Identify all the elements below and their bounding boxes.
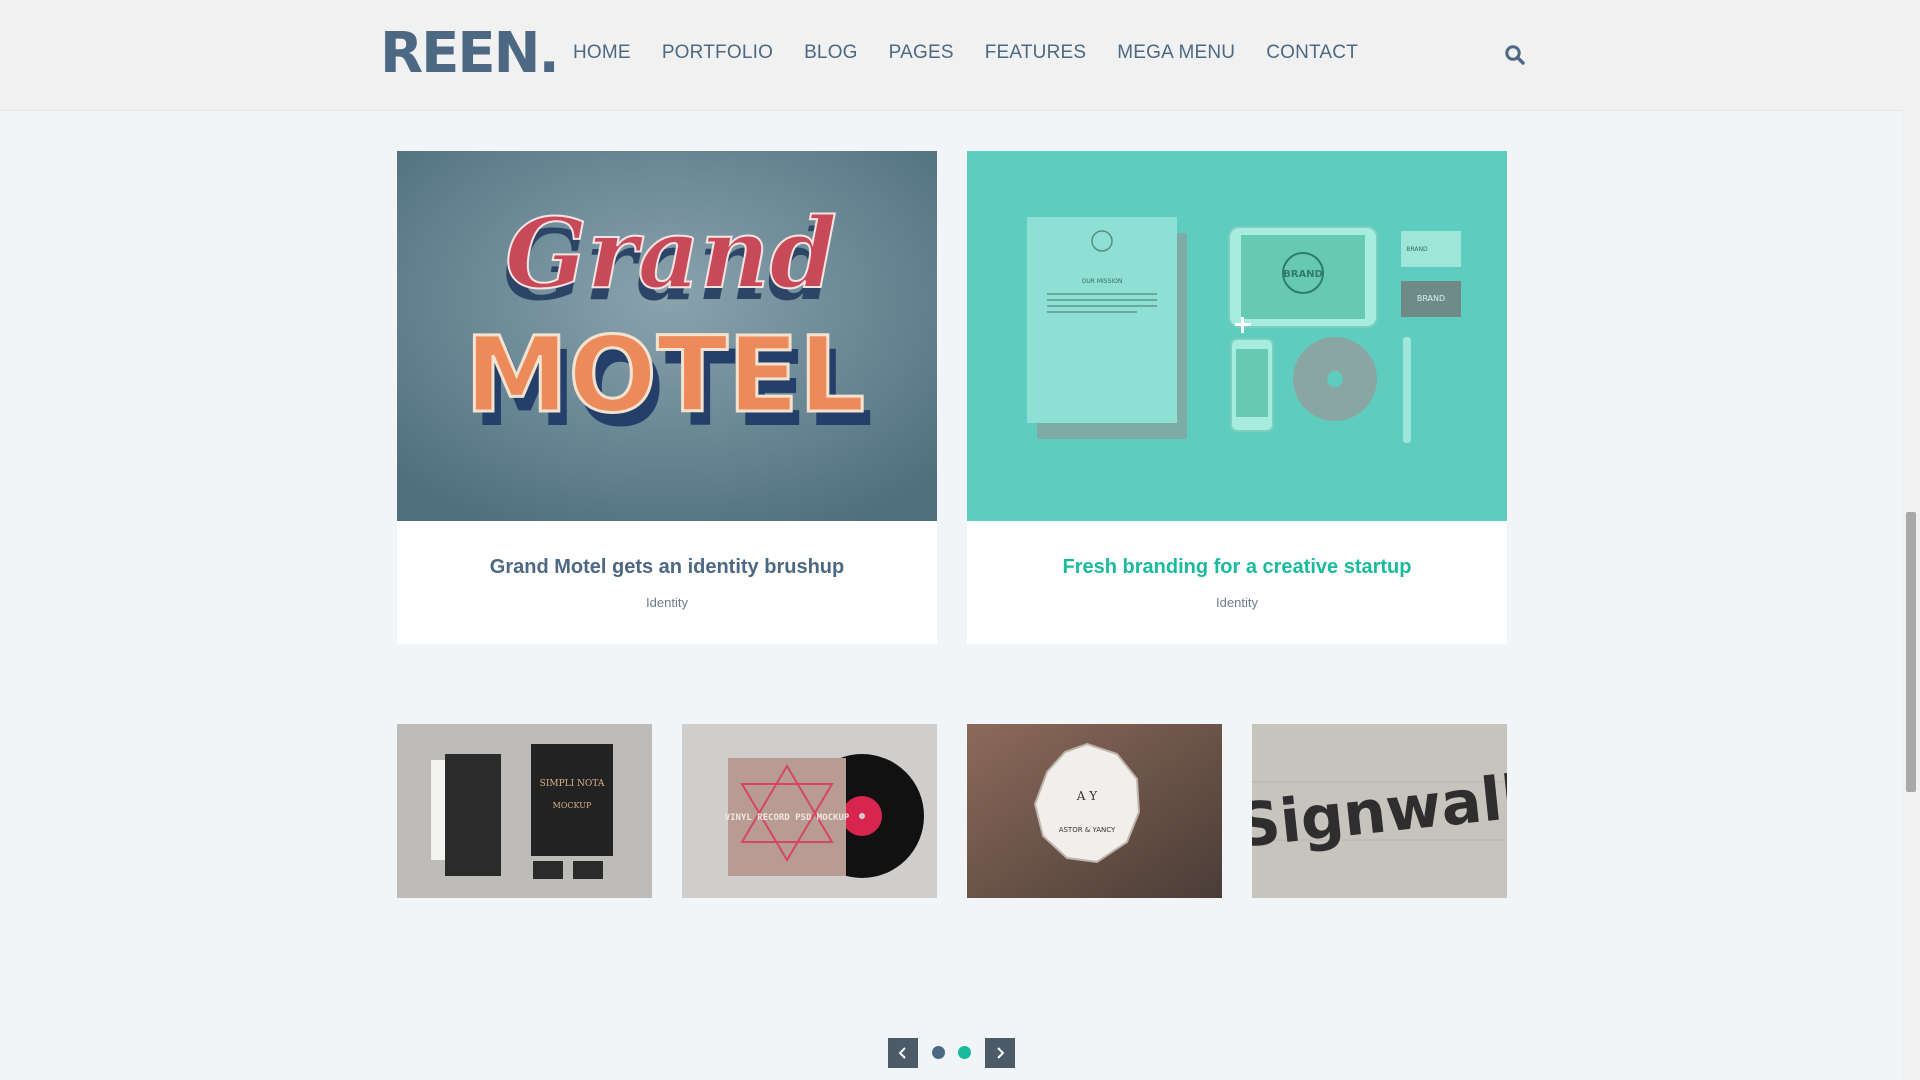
portfolio-thumbnail[interactable]: VINYL RECORD PSD MOCKUP	[682, 724, 937, 898]
chevron-left-icon	[898, 1047, 906, 1059]
nav-mega-menu[interactable]: MEGA MENU	[1117, 42, 1235, 64]
art-vinyl-text: VINYL RECORD PSD MOCKUP	[725, 813, 850, 823]
art-astor-text: ASTOR & YANCY	[1059, 826, 1116, 834]
pager-dot-active[interactable]	[958, 1046, 971, 1059]
art-brand-text: BRAND	[1283, 269, 1323, 280]
nav-pages[interactable]: PAGES	[889, 42, 954, 64]
portfolio-thumbnail[interactable]: Signwall	[1252, 724, 1507, 898]
card-title[interactable]: Grand Motel gets an identity brushup	[397, 556, 937, 579]
nav-features[interactable]: FEATURES	[985, 42, 1087, 64]
chevron-right-icon	[997, 1047, 1005, 1059]
next-button[interactable]	[985, 1038, 1015, 1068]
art-mockup-text: MOCKUP	[553, 801, 592, 810]
prev-button[interactable]	[888, 1038, 918, 1068]
art-brand-text: BRAND	[1406, 246, 1428, 253]
search-icon[interactable]	[1504, 44, 1526, 66]
portfolio-thumbnail[interactable]: A Y ASTOR & YANCY	[967, 724, 1222, 898]
nav-home[interactable]: HOME	[573, 42, 631, 64]
brand-stationery-artwork: OUR MISSION BRAND BRAND BRAND	[967, 151, 1507, 521]
grand-motel-artwork: Grand Grand MOTEL MOTEL	[397, 151, 937, 521]
simpli-nota-artwork: SIMPLI NOTA MOCKUP	[397, 724, 652, 898]
scrollbar-thumb[interactable]	[1906, 512, 1916, 792]
art-simpli-text: SIMPLI NOTA	[540, 779, 605, 789]
site-logo[interactable]: REEN.	[380, 26, 560, 82]
astor-yancy-artwork: A Y ASTOR & YANCY	[967, 724, 1222, 898]
nav-contact[interactable]: CONTACT	[1266, 42, 1358, 64]
art-grand-text: Grand	[505, 197, 837, 310]
card-image[interactable]: OUR MISSION BRAND BRAND BRAND	[967, 151, 1507, 521]
signwall-artwork: Signwall	[1252, 724, 1507, 898]
card-category[interactable]: Identity	[397, 595, 937, 610]
pager-dot[interactable]	[932, 1046, 945, 1059]
card-category[interactable]: Identity	[967, 595, 1507, 610]
art-mission-text: OUR MISSION	[1082, 278, 1123, 285]
card-image[interactable]: Grand Grand MOTEL MOTEL	[397, 151, 937, 521]
vinyl-record-artwork: VINYL RECORD PSD MOCKUP	[682, 724, 937, 898]
art-brand-text: BRAND	[1417, 294, 1445, 303]
portfolio-card[interactable]: Grand Grand MOTEL MOTEL Grand Motel gets…	[397, 151, 937, 644]
site-header: REEN. HOME PORTFOLIO BLOG PAGES FEATURES…	[0, 0, 1902, 111]
portfolio-card[interactable]: OUR MISSION BRAND BRAND BRAND Fresh bran…	[967, 151, 1507, 644]
main-nav: HOME PORTFOLIO BLOG PAGES FEATURES MEGA …	[573, 42, 1389, 64]
portfolio-thumbnail[interactable]: SIMPLI NOTA MOCKUP	[397, 724, 652, 898]
card-title[interactable]: Fresh branding for a creative startup	[967, 556, 1507, 579]
art-ay-text: A Y	[1076, 789, 1098, 803]
nav-portfolio[interactable]: PORTFOLIO	[662, 42, 773, 64]
nav-blog[interactable]: BLOG	[804, 42, 858, 64]
art-motel-text: MOTEL	[465, 314, 865, 436]
page-scrollbar[interactable]	[1902, 0, 1920, 1080]
